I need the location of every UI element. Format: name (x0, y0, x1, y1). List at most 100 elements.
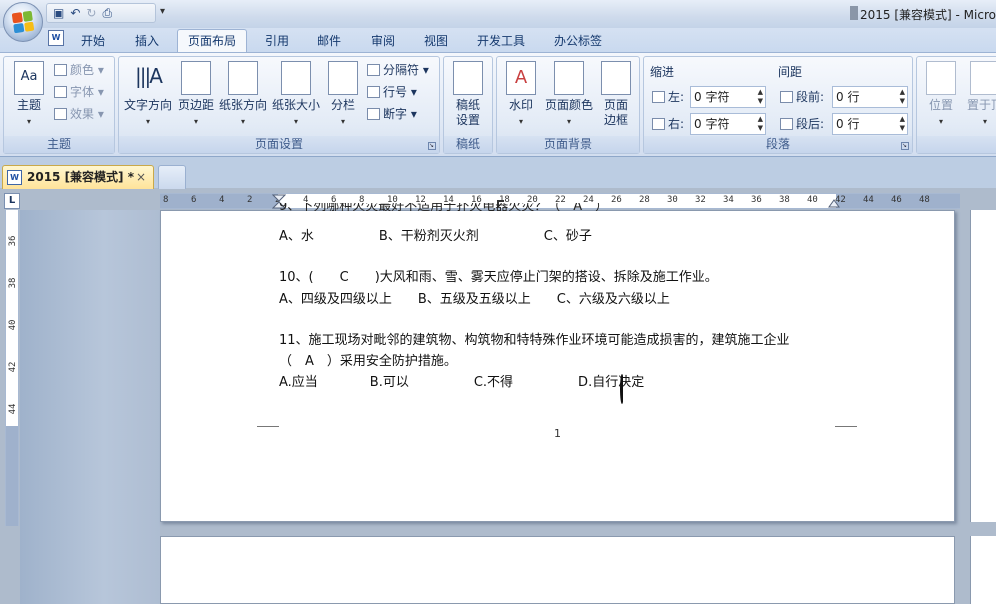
ruler-tick: 48 (919, 195, 930, 205)
bottom-margin-area (6, 426, 18, 526)
text-direction-icon: |||A (135, 64, 163, 88)
indent-left-label: 左: (652, 88, 684, 106)
margins-button[interactable]: 页边距 ▾ (175, 61, 217, 129)
theme-effects-button[interactable]: 效果 ▾ (54, 105, 104, 123)
doc-line-1: A、水 B、干粉剂灭火剂 C、砂子 (279, 229, 592, 244)
spacing-before-field[interactable]: 0 行 ▲ ▼ (832, 86, 908, 108)
position-button[interactable]: 位置 ▾ (923, 61, 959, 129)
theme-colors-button[interactable]: 颜色 ▾ (54, 61, 104, 79)
title-app-chip (850, 6, 858, 20)
spacing-after-icon (780, 118, 793, 130)
ribbon: Aa 主题 ▾ 颜色 ▾ 字体 ▾ 效果 ▾ 主题 |||A 文字方向 ▾ 页边距 ▾… (0, 52, 996, 156)
spacing-before-text: 段前: (796, 90, 825, 104)
orientation-button[interactable]: 纸张方向 ▾ (217, 61, 269, 129)
ruler-tick: 6 (191, 195, 197, 205)
columns-button[interactable]: 分栏 ▾ (325, 61, 361, 129)
line-numbers-button[interactable]: 行号 ▾ (367, 83, 417, 101)
indent-left-text: 左: (668, 90, 685, 104)
columns-label: 分栏 (330, 98, 355, 112)
line-numbers-label: 行号 (383, 85, 408, 99)
watermark-button[interactable]: A 水印 ▾ (501, 61, 541, 129)
vertical-ruler-tick: 38 (8, 277, 18, 289)
tab-page-layout[interactable]: 页面布局 (177, 29, 247, 53)
page-borders-label-2: 边框 (603, 113, 628, 127)
paper-size-icon (281, 61, 311, 95)
office-button[interactable] (3, 2, 43, 42)
spacing-after-spinner-icon[interactable]: ▲ ▼ (900, 115, 905, 133)
right-indent-marker-icon[interactable] (828, 198, 840, 208)
page-background-caption: 页面背景 (497, 136, 639, 153)
spacing-after-field[interactable]: 0 行 ▲ ▼ (832, 113, 908, 135)
tab-selector-icon[interactable]: L (4, 193, 20, 209)
vertical-ruler[interactable]: 36384042444648 (5, 210, 19, 526)
spacing-label: 间距 (778, 65, 803, 79)
tab-review[interactable]: 审阅 (362, 31, 404, 53)
next-column-page (970, 210, 996, 522)
position-icon (926, 61, 956, 95)
new-tab-button[interactable] (158, 165, 186, 189)
word-doc-icon[interactable]: W (48, 30, 64, 46)
page-borders-button[interactable]: 页面 边框 (597, 61, 635, 128)
indent-left-spinner-icon[interactable]: ▲ ▼ (758, 88, 763, 106)
doc-line-2: 10、( C )大风和雨、雪、雾天应停止门架的搭设、拆除及施工作业。 (279, 270, 718, 285)
bring-to-front-label: 置于顶 (966, 98, 996, 112)
watermark-label: 水印 (508, 98, 533, 112)
indent-right-spinner-icon[interactable]: ▲ ▼ (758, 115, 763, 133)
close-tab-icon[interactable]: × (136, 166, 146, 188)
redo-icon[interactable]: ↻ (86, 6, 96, 20)
theme-group: Aa 主题 ▾ 颜色 ▾ 字体 ▾ 效果 ▾ 主题 (3, 56, 115, 154)
indent-right-label: 右: (652, 115, 684, 133)
size-label: 纸张大小 (271, 98, 320, 112)
indent-left-icon (652, 91, 665, 103)
customize-qat-icon[interactable]: ▾ (160, 6, 165, 17)
undo-icon[interactable]: ↶ (70, 6, 80, 20)
theme-fonts-button[interactable]: 字体 ▾ (54, 83, 104, 101)
tab-mailings[interactable]: 邮件 (308, 31, 350, 53)
indent-right-text: 右: (668, 117, 685, 131)
spacing-before-icon (780, 91, 793, 103)
print-preview-icon[interactable]: ⎙ (102, 6, 112, 20)
ruler-tick: 36 (751, 195, 762, 205)
arrange-group: 位置▾ 置于顶▾ (916, 56, 996, 154)
manuscript-settings-button[interactable]: 稿纸 设置 (448, 61, 488, 128)
save-icon[interactable]: ▣ (53, 6, 64, 20)
document-page[interactable]: 9、下列哪种火灾最好不适用于扑灭电器火灾？（ A ） A、水 B、干粉剂灭火剂 … (160, 203, 955, 522)
word-document-icon: W (7, 170, 22, 185)
text-direction-button[interactable]: |||A 文字方向 ▾ (121, 61, 175, 129)
indent-left-field[interactable]: 0 字符 ▲ ▼ (690, 86, 766, 108)
spacing-before-label: 段前: (780, 88, 824, 106)
tab-insert[interactable]: 插入 (124, 31, 170, 53)
workspace-left-gutter (20, 210, 160, 604)
bring-to-front-button[interactable]: 置于顶▾ (963, 61, 996, 129)
spacing-before-spinner-icon[interactable]: ▲ ▼ (900, 88, 905, 106)
next-column-page-2 (970, 536, 996, 604)
size-button[interactable]: 纸张大小 ▾ (269, 61, 323, 129)
tab-office-tab[interactable]: 办公标签 (545, 31, 611, 53)
arrange-caption (917, 136, 996, 153)
tab-view[interactable]: 视图 (415, 31, 457, 53)
page-color-button[interactable]: 页面颜色 ▾ (543, 61, 595, 129)
tab-developer[interactable]: 开发工具 (468, 31, 534, 53)
indent-right-value: 0 字符 (694, 117, 730, 131)
themes-button[interactable]: Aa 主题 ▾ (8, 61, 50, 129)
document-page-2[interactable] (160, 536, 955, 604)
ruler-tick: 4 (219, 195, 225, 205)
page-setup-launcher-icon[interactable]: ↘ (428, 142, 436, 150)
window-title: 2015 [兼容模式] - Micro (860, 8, 996, 22)
effects-icon (54, 108, 67, 120)
page-color-icon (554, 61, 584, 95)
margins-icon (181, 61, 211, 95)
tab-references[interactable]: 引用 (256, 31, 298, 53)
indent-right-field[interactable]: 0 字符 ▲ ▼ (690, 113, 766, 135)
tab-home[interactable]: 开始 (70, 31, 116, 53)
indent-label: 缩进 (650, 65, 675, 79)
office-logo-icon (11, 10, 35, 34)
vertical-ruler-tick: 44 (8, 403, 18, 415)
paragraph-launcher-icon[interactable]: ↘ (901, 142, 909, 150)
page-color-label: 页面颜色 (544, 98, 593, 112)
breaks-button[interactable]: 分隔符 ▾ (367, 61, 429, 79)
theme-effects-label: 效果 (70, 107, 95, 121)
hyphenation-button[interactable]: 断字 ▾ (367, 105, 417, 123)
document-tab[interactable]: W 2015 [兼容模式] * × (2, 165, 154, 189)
fonts-icon (54, 86, 67, 98)
